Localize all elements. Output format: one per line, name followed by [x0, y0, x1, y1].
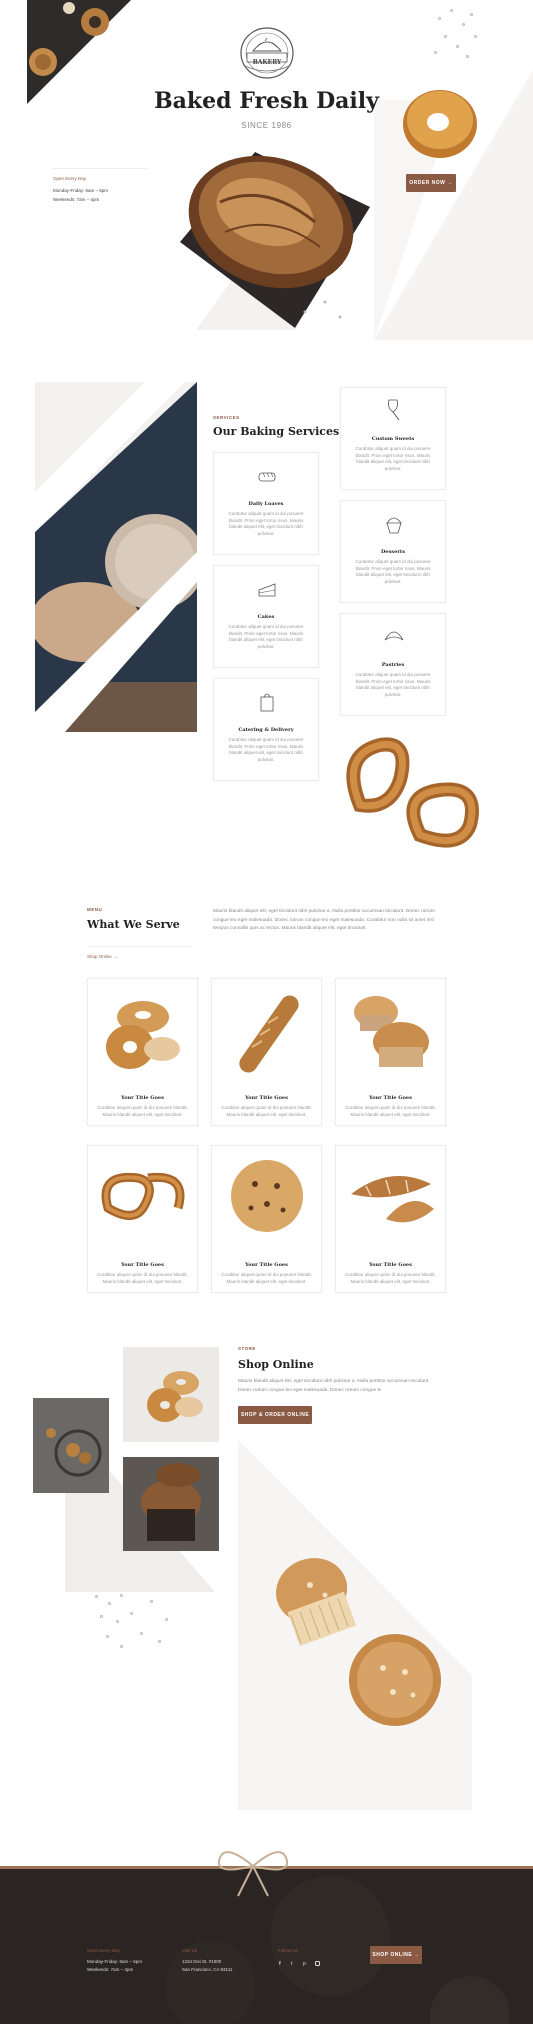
service-card[interactable]: Desserts Curabitur aliquet quam id dui p… [340, 500, 446, 603]
hours-weekday: Monday-Friday: 6am – 5pm [53, 188, 109, 193]
footer-address-line1: 1234 Divi St. #1000 [182, 1959, 222, 1964]
footer-visit-label: Visit Us [182, 1948, 198, 1953]
menu-section: MENU What We Serve Shop Online → Mauris … [0, 900, 533, 1300]
instagram-icon[interactable] [315, 1961, 320, 1966]
service-card[interactable]: Custom Sweets Curabitur aliquet quam id … [340, 387, 446, 490]
service-text: Curabitur aliquet quam id dui posuere bl… [355, 446, 431, 471]
cookie-icon [231, 1160, 303, 1232]
bakery-logo [240, 27, 294, 79]
product-text: Curabitur aliquet quam id dui posuere bl… [345, 1272, 436, 1284]
product-title: Your Title Goes [121, 1262, 164, 1268]
services-section: SERVICES Our Baking Services Daily Loave… [0, 370, 533, 870]
services-macaron-image [35, 382, 197, 732]
product-title: Your Title Goes [245, 1095, 288, 1101]
logo-text: BAKERY [252, 59, 282, 66]
service-title: Daily Loaves [248, 501, 284, 507]
product-card[interactable]: Your Title Goes Curabitur aliquet quam i… [87, 1145, 198, 1293]
bag-icon [260, 693, 274, 712]
services-pretzels-image [346, 737, 479, 848]
menu-intro: Mauris blandit aliquet elit, eget tincid… [213, 909, 435, 931]
service-text: Curabitur aliquet quam id dui posuere bl… [228, 624, 304, 649]
service-title: Desserts [380, 549, 406, 555]
hero-section: BAKERY Baked Fresh Daily SINCE 1986 Open… [0, 0, 533, 340]
service-card[interactable]: Catering & Delivery Curabitur aliquet qu… [213, 678, 319, 781]
product-title: Your Title Goes [121, 1095, 164, 1101]
store-decor-beans [90, 1590, 190, 1670]
footer-shop-button[interactable]: SHOP ONLINE → [370, 1946, 422, 1964]
hero-since: SINCE 1986 [241, 121, 292, 130]
product-title: Your Title Goes [245, 1262, 288, 1268]
product-title: Your Title Goes [369, 1095, 412, 1101]
order-now-button[interactable]: ORDER NOW → [406, 174, 456, 192]
hours-divider [52, 168, 147, 169]
product-card[interactable]: Your Title Goes Curabitur aliquet quam i… [335, 1145, 446, 1293]
menu-title: What We Serve [87, 918, 180, 931]
croissant-icon [384, 631, 404, 641]
pretzel-icon [101, 1172, 185, 1220]
hero-bagel-image [403, 90, 477, 158]
store-bagels-photo [123, 1347, 219, 1442]
bagels-icon [106, 1001, 180, 1069]
product-card[interactable]: Your Title Goes Curabitur aliquet quam i… [87, 978, 198, 1126]
muffins-icon [354, 996, 429, 1067]
twitter-icon[interactable]: t [291, 1961, 292, 1967]
service-text: Curabitur aliquet quam id dui posuere bl… [355, 559, 431, 584]
hero-corner-image [27, 0, 131, 104]
service-text: Curabitur aliquet quam id dui posuere bl… [355, 672, 431, 697]
product-text: Curabitur aliquet quam id dui posuere bl… [345, 1105, 436, 1117]
product-text: Curabitur aliquet quam id dui posuere bl… [97, 1105, 188, 1117]
product-text: Curabitur aliquet quam id dui posuere bl… [97, 1272, 188, 1284]
shop-order-button[interactable]: SHOP & ORDER ONLINE → [238, 1406, 312, 1436]
twine-bow-icon [217, 1851, 289, 1897]
footer: Open Every Day Monday-Friday: 6am – 5pm … [0, 1851, 533, 2024]
facebook-icon[interactable]: f [279, 1961, 281, 1967]
shop-online-link[interactable]: Shop Online → [87, 954, 118, 959]
hero-title: Baked Fresh Daily [154, 88, 379, 114]
service-title: Custom Sweets [371, 436, 415, 442]
bread-loaf-icon [258, 472, 276, 482]
service-title: Catering & Delivery [238, 727, 294, 733]
product-text: Curabitur aliquet quam id dui posuere bl… [221, 1272, 312, 1284]
product-card[interactable]: Your Title Goes Curabitur aliquet quam i… [335, 978, 446, 1126]
services-title: Our Baking Services [213, 425, 340, 438]
cupcake-icon [386, 517, 402, 534]
store-cookies-photo [33, 1398, 109, 1493]
hours-label: Open Every Day [53, 176, 87, 181]
product-text: Curabitur aliquet quam id dui posuere bl… [221, 1105, 312, 1117]
decor-beans [430, 5, 490, 65]
store-eyebrow: STORE [238, 1346, 256, 1351]
pinterest-icon[interactable]: p [303, 1961, 306, 1967]
footer-hours-line1: Monday-Friday: 6am – 5pm [87, 1959, 143, 1964]
footer-follow-label: Follow Us [278, 1948, 298, 1953]
product-title: Your Title Goes [369, 1262, 412, 1268]
cake-slice-icon [258, 583, 276, 597]
services-eyebrow: SERVICES [213, 415, 240, 420]
footer-hours-line2: Weekends: 7am – 4pm [87, 1967, 134, 1972]
service-text: Curabitur aliquet quam id dui posuere bl… [228, 737, 304, 762]
store-section: STORE Shop Online Mauris blandit aliquet… [0, 1340, 533, 1820]
service-title: Pastries [381, 662, 405, 668]
store-title: Shop Online [238, 1358, 314, 1371]
footer-address-line2: San Francisco, CA 93111 [182, 1967, 233, 1972]
service-card[interactable]: Cakes Curabitur aliquet quam id dui posu… [213, 565, 319, 668]
baguette-icon [239, 995, 299, 1073]
service-card[interactable]: Pastries Curabitur aliquet quam id dui p… [340, 613, 446, 716]
footer-hours-label: Open Every Day [87, 1948, 121, 1953]
menu-eyebrow: MENU [87, 907, 103, 912]
service-card[interactable]: Daily Loaves Curabitur aliquet quam id d… [213, 452, 319, 555]
store-muffin-photo [123, 1457, 219, 1551]
hours-weekend: Weekends: 7am – 4pm [53, 197, 100, 202]
store-muffins-image [276, 1558, 441, 1726]
store-text: Mauris blandit aliquet elit, eget tincid… [238, 1379, 430, 1393]
hero-bread-image [180, 152, 370, 328]
menu-divider [87, 946, 192, 947]
croissants-icon [351, 1176, 434, 1223]
service-text: Curabitur aliquet quam id dui posuere bl… [228, 511, 304, 536]
service-title: Cakes [257, 614, 275, 620]
product-card[interactable]: Your Title Goes Curabitur aliquet quam i… [211, 978, 322, 1126]
product-card[interactable]: Your Title Goes Curabitur aliquet quam i… [211, 1145, 322, 1293]
whisk-icon [388, 399, 400, 421]
